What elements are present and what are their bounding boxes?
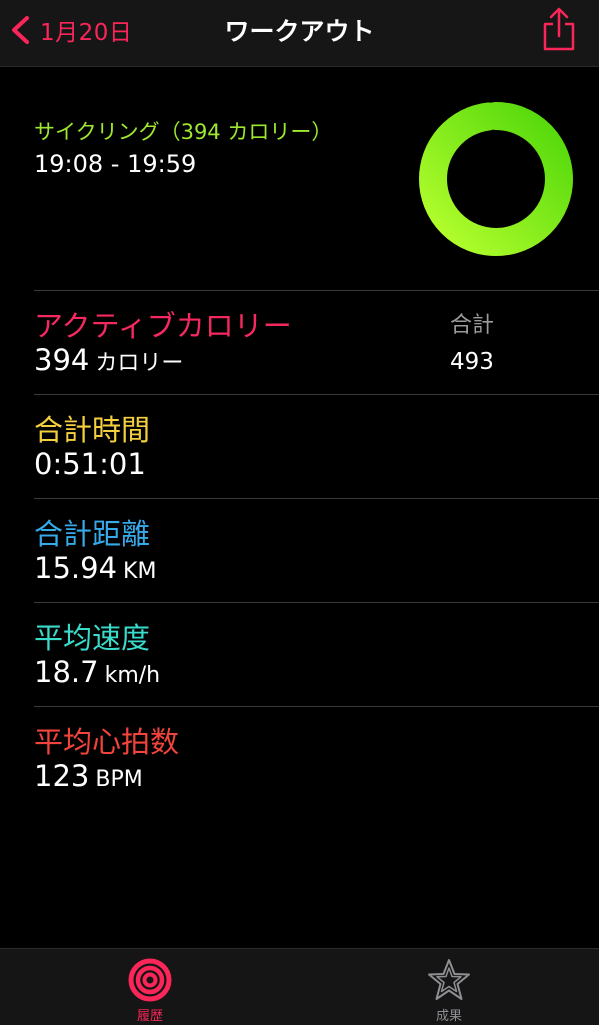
metric-total-time: 合計時間 0:51:01 <box>34 394 599 499</box>
tab-label: 成果 <box>435 1009 462 1024</box>
tab-achievements[interactable]: 成果 <box>389 957 509 1024</box>
tab-label: 履歴 <box>136 1009 163 1024</box>
metric-label: 平均速度 <box>34 621 151 655</box>
metric-unit: km/h <box>104 663 161 688</box>
metric-label: アクティブカロリー <box>34 309 292 343</box>
metric-number: 0:51:01 <box>34 447 146 481</box>
star-badge-icon <box>428 959 470 1000</box>
metric-label: 合計距離 <box>34 517 151 551</box>
metric-value: 0:51:01 <box>34 447 146 481</box>
workout-name: サイクリング（394 カロリー） <box>34 120 333 144</box>
metric-value: 394 カロリー <box>34 343 183 377</box>
metric-unit: KM <box>123 559 157 584</box>
metric-label: 平均心拍数 <box>34 725 180 759</box>
workout-time-range: 19:08 - 19:59 <box>34 150 197 178</box>
activity-rings-icon <box>128 958 172 1002</box>
page-title: ワークアウト <box>224 17 375 46</box>
metric-average-heart-rate: 平均心拍数 123 BPM <box>34 706 599 811</box>
move-ring-icon <box>419 102 573 256</box>
metric-number: 18.7 <box>34 655 99 689</box>
tab-history[interactable]: 履歴 <box>90 957 210 1024</box>
metric-total-distance: 合計距離 15.94 KM <box>34 498 599 603</box>
metric-value: 18.7 km/h <box>34 655 160 689</box>
total-calories-value: 493 <box>450 349 494 375</box>
tab-bar: 履歴 成果 <box>0 948 599 1025</box>
total-calories-label: 合計 <box>450 313 495 338</box>
metric-unit: BPM <box>95 767 143 792</box>
metric-value: 123 BPM <box>34 759 143 793</box>
metric-average-speed: 平均速度 18.7 km/h <box>34 602 599 707</box>
metric-number: 123 <box>34 759 90 793</box>
metric-value: 15.94 KM <box>34 551 156 585</box>
ring-progress-arc <box>419 102 573 256</box>
metric-number: 15.94 <box>34 551 118 585</box>
navigation-bar: 1月20日 ワークアウト <box>0 0 599 67</box>
metric-unit: カロリー <box>95 351 184 376</box>
metric-active-calories: アクティブカロリー 394 カロリー 合計 493 <box>34 290 599 395</box>
metric-number: 394 <box>34 343 90 377</box>
metric-label: 合計時間 <box>34 413 151 447</box>
workout-summary: サイクリング（394 カロリー） 19:08 - 19:59 <box>0 66 599 290</box>
share-icon[interactable] <box>539 6 579 52</box>
